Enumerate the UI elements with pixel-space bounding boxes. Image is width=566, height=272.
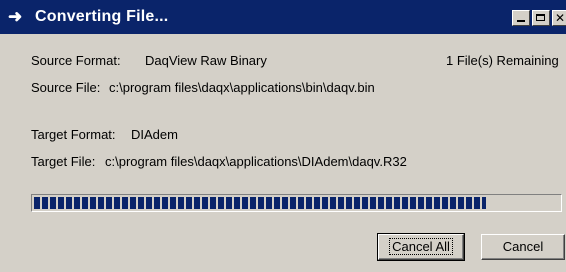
maximize-icon	[536, 14, 545, 21]
source-format-label: Source Format:	[31, 53, 121, 68]
close-button[interactable]: ✕	[552, 10, 566, 26]
minimize-icon	[517, 20, 525, 22]
close-icon: ✕	[554, 11, 566, 25]
cancel-all-button[interactable]: Cancel All	[377, 233, 465, 261]
target-file-label: Target File:	[31, 154, 96, 169]
conversion-progress-bar	[31, 194, 562, 212]
files-remaining: 1 File(s) Remaining	[446, 53, 559, 68]
target-format-label: Target Format:	[31, 127, 116, 142]
cancel-all-label: Cancel All	[389, 238, 453, 255]
title-bar[interactable]: ➜ Converting File... ✕	[0, 0, 566, 34]
maximize-button[interactable]	[532, 10, 550, 26]
cancel-button[interactable]: Cancel	[481, 234, 565, 260]
minimize-button[interactable]	[512, 10, 530, 26]
target-format-value: DIAdem	[131, 127, 178, 142]
source-format-value: DaqView Raw Binary	[145, 53, 267, 68]
window-title: Converting File...	[35, 8, 169, 25]
source-file-value: c:\program files\daqx\applications\bin\d…	[109, 80, 375, 95]
converting-file-dialog: ➜ Converting File... ✕ Source Format: Da…	[0, 0, 566, 272]
arrow-right-icon: ➜	[8, 7, 23, 26]
progress-fill	[34, 197, 486, 209]
target-file-value: c:\program files\daqx\applications\DIAde…	[105, 154, 407, 169]
source-file-label: Source File:	[31, 80, 101, 95]
